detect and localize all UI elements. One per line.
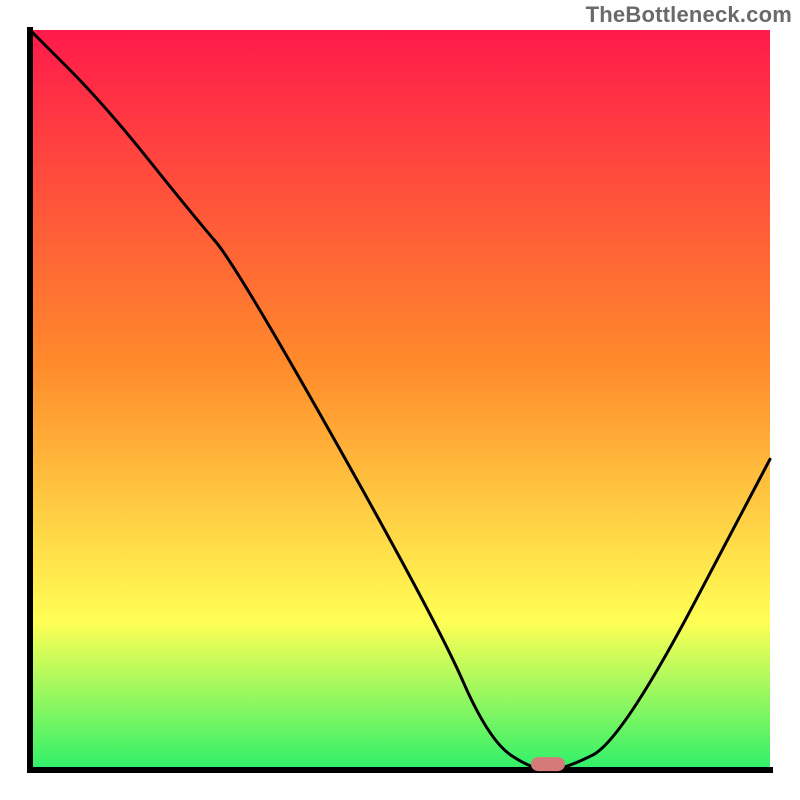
chart-frame: TheBottleneck.com xyxy=(0,0,800,800)
highlight-marker xyxy=(531,757,565,771)
plot-background xyxy=(30,30,770,770)
watermark-text: TheBottleneck.com xyxy=(586,2,792,28)
plot-area xyxy=(30,30,770,771)
chart-svg xyxy=(0,0,800,800)
